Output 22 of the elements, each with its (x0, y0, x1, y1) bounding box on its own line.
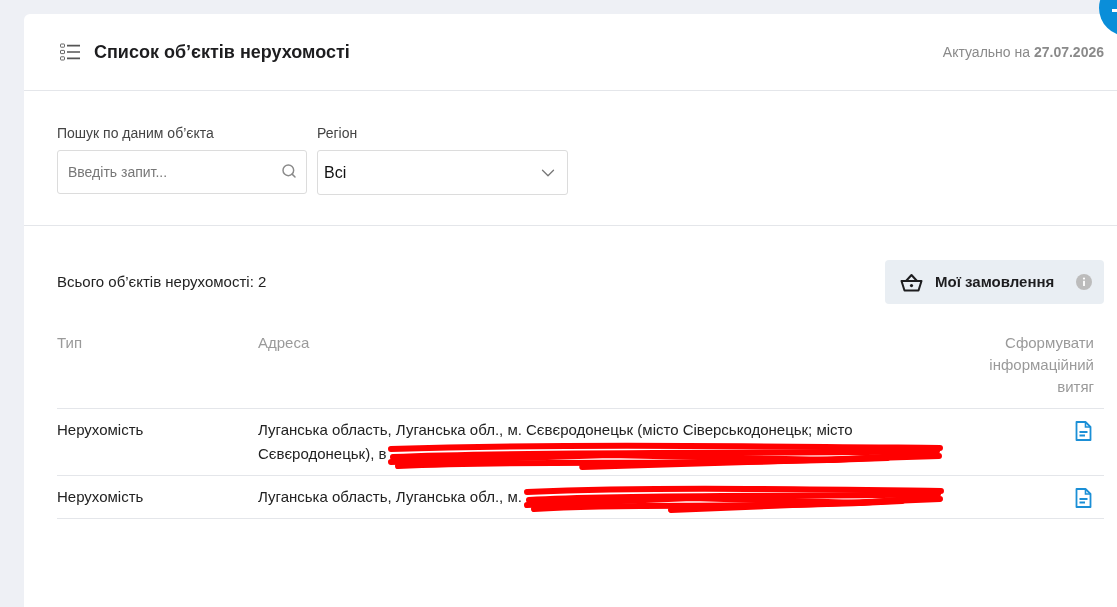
search-label: Пошук по даним об’єкта (57, 124, 215, 142)
info-icon (1076, 274, 1092, 290)
column-header: Тип (57, 333, 82, 353)
table-cell: Луганська область, Луганська обл., м. Сєвєродонецьк (місто Сіверськодонецьк; місто Сєвєродонецьк), в (258, 421, 853, 462)
updated-date-text: Актуально на 27.07.2026 (942, 42, 1104, 62)
table-cell: Нерухомість (57, 421, 144, 438)
column-header: Адреса (258, 333, 310, 353)
floating-action-button[interactable] (1097, 0, 1117, 36)
document-icon[interactable] (1075, 488, 1092, 509)
search-icon[interactable] (281, 163, 297, 179)
page-title: Список об’єктів нерухомості (94, 40, 350, 64)
table-cell: Нерухомість (57, 488, 144, 506)
search-field[interactable]: Введіть запит... (57, 150, 307, 194)
document-icon[interactable] (1075, 421, 1092, 441)
column-header: Сформувати інформаційний витяг (988, 333, 1094, 397)
basket-icon (900, 272, 923, 292)
total-count-text: Всього об’єктів нерухомості: 2 (57, 271, 267, 292)
region-label: Регіон (317, 124, 359, 142)
table-cell: Луганська область, Луганська обл., м. (258, 488, 522, 506)
region-select[interactable]: Всі (317, 150, 568, 195)
my-orders-button[interactable]: Мої замовлення (885, 260, 1104, 304)
list-icon (60, 43, 80, 61)
